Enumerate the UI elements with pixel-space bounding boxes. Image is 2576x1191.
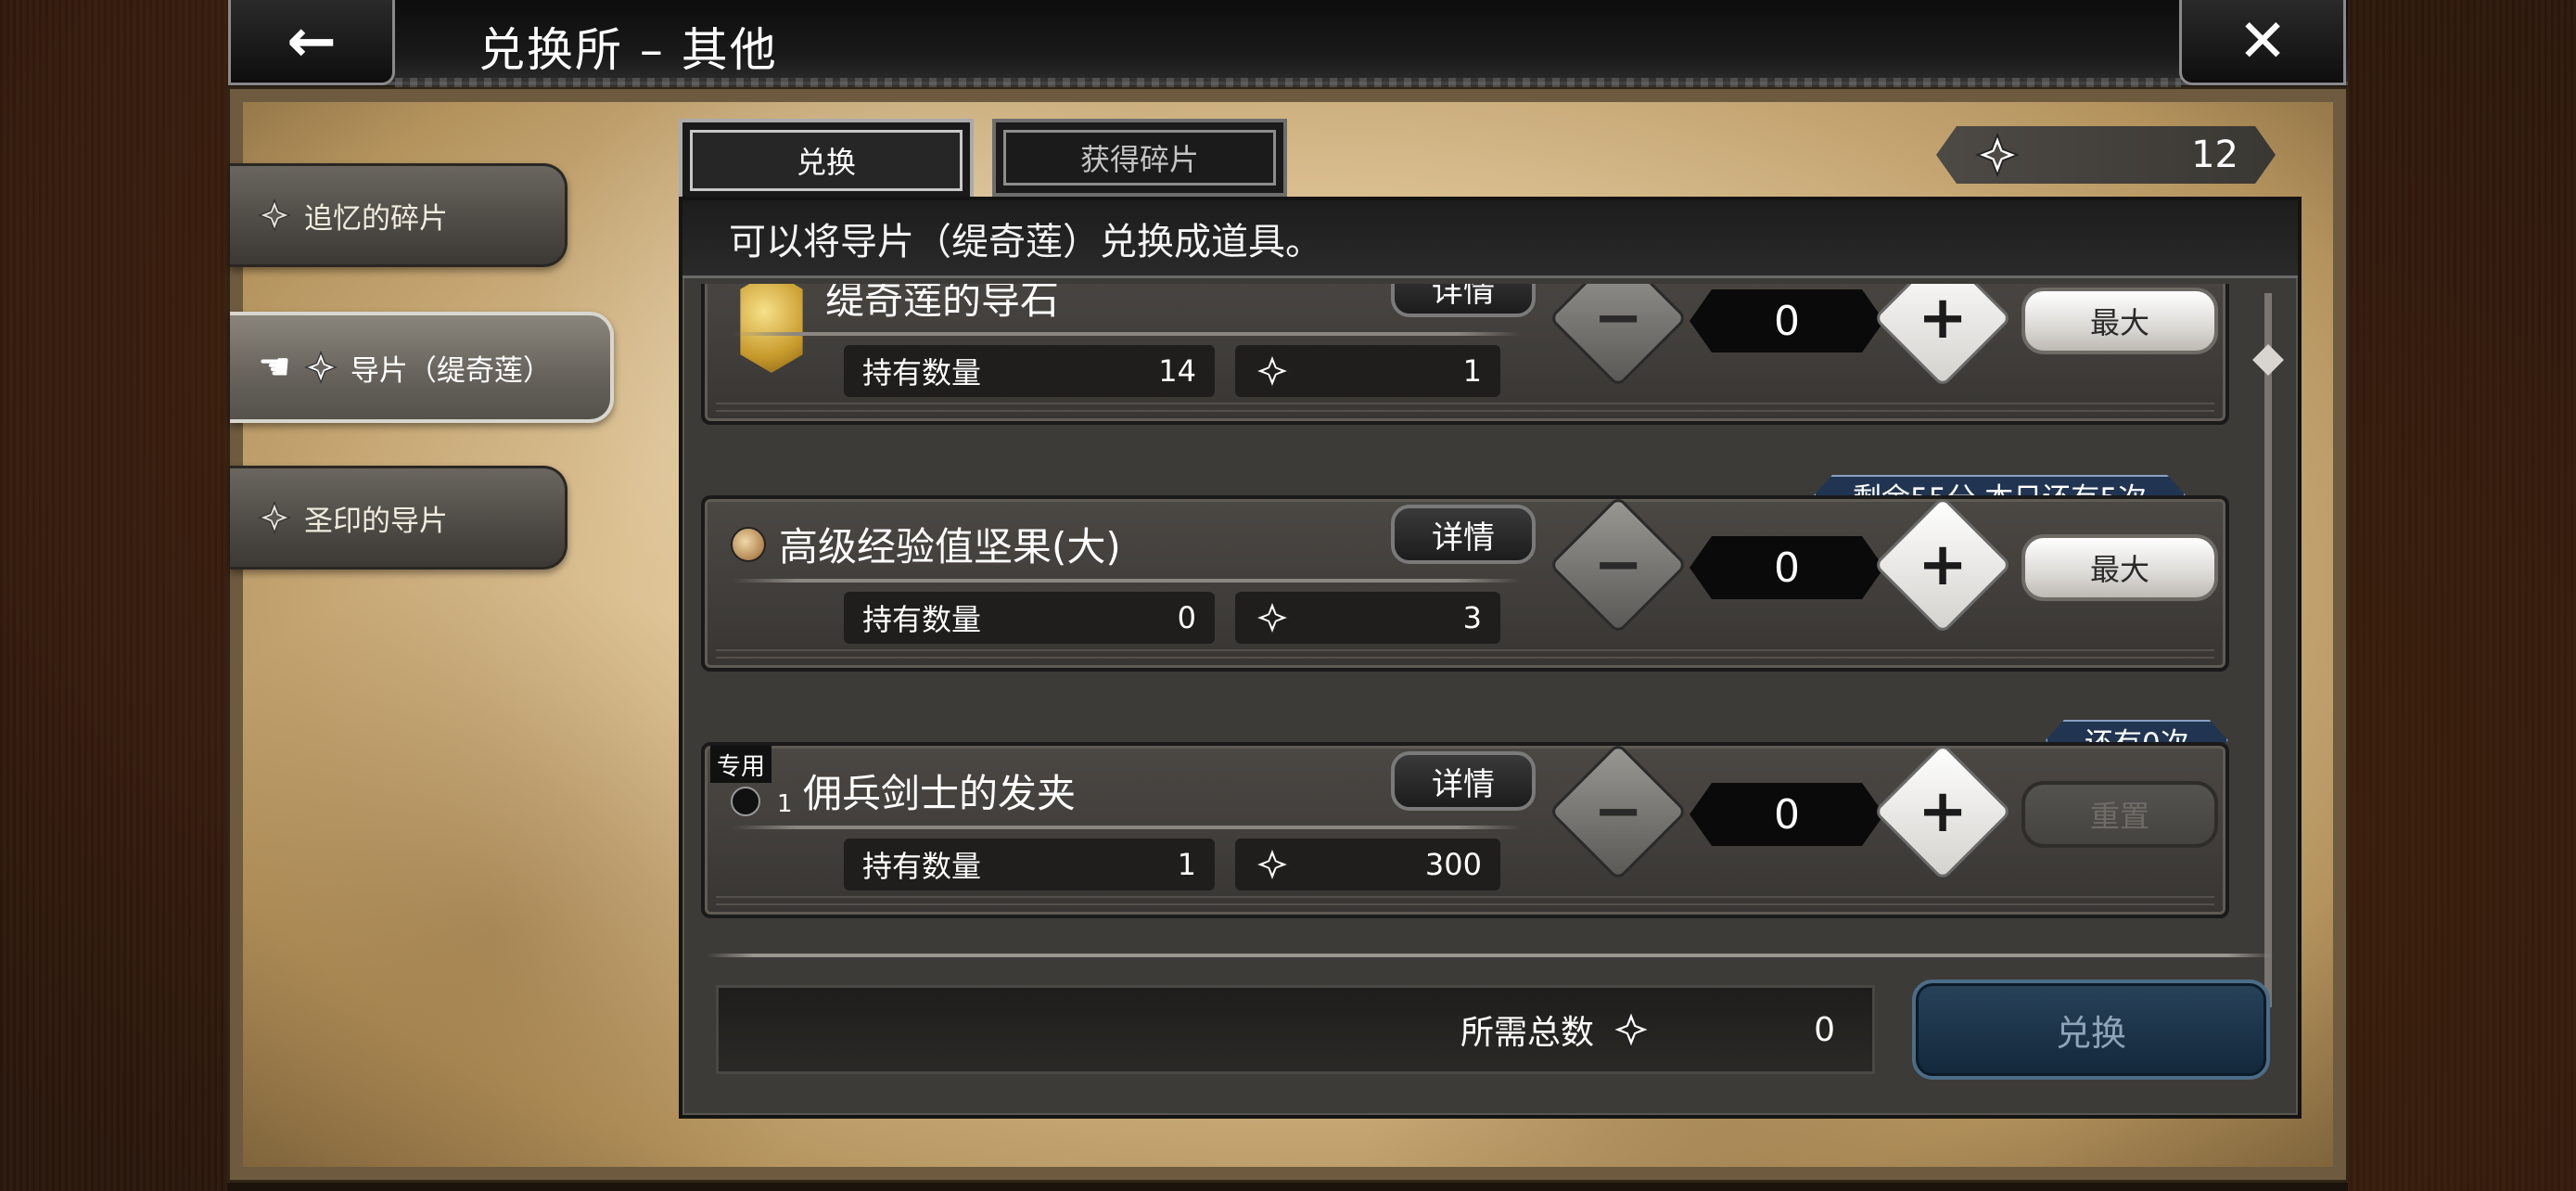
minus-icon: − xyxy=(1593,284,1643,352)
list-item: 缇奇莲的导石 详情 持有数量 14 1 − 0 + 最大 xyxy=(701,284,2229,425)
divider xyxy=(707,954,2274,957)
cost-value: 1 xyxy=(1462,353,1482,389)
exclusive-count: 1 xyxy=(777,790,793,818)
currency-value: 12 xyxy=(2191,134,2238,176)
sidebar-item-label: 追忆的碎片 xyxy=(304,201,448,236)
increase-button[interactable]: + xyxy=(1873,742,2012,881)
increase-button[interactable]: + xyxy=(1873,284,2012,388)
diamond-icon xyxy=(1611,1009,1651,1050)
exchange-button[interactable]: 兑换 xyxy=(1912,980,2270,1080)
max-button[interactable]: 最大 xyxy=(2021,534,2218,601)
diamond-icon xyxy=(258,198,291,232)
plus-icon: + xyxy=(1918,777,1968,846)
cost-value: 300 xyxy=(1424,847,1482,882)
divider xyxy=(733,579,1521,583)
item-list[interactable]: 缇奇莲的导石 详情 持有数量 14 1 − 0 + 最大 剩余55分 xyxy=(701,284,2268,1005)
pointing-hand-icon: ☚ xyxy=(258,346,291,389)
exclusive-tag: 专用 xyxy=(710,746,772,783)
divider xyxy=(733,332,1521,336)
currency-display: 12 xyxy=(1936,126,2276,184)
exchange-panel: 可以将导片（缇奇莲）兑换成道具。 缇奇莲的导石 详情 持有数量 14 1 − 0 xyxy=(679,197,2302,1119)
owned-value: 14 xyxy=(1158,353,1196,389)
quantity-display: 0 xyxy=(1690,289,1884,352)
quantity-display: 0 xyxy=(1690,536,1884,599)
tab-exchange[interactable]: 兑换 xyxy=(679,119,974,202)
reset-button[interactable]: 重置 xyxy=(2021,781,2218,848)
decrease-button[interactable]: − xyxy=(1549,495,1688,634)
close-icon: ✕ xyxy=(2238,6,2288,76)
list-item: 专用 1 佣兵剑士的发夹 详情 持有数量 1 300 − 0 + 重置 xyxy=(701,742,2229,918)
sidebar-item-memory-fragments[interactable]: 追忆的碎片 xyxy=(230,163,567,267)
diamond-icon xyxy=(1254,599,1291,636)
cost-box: 1 xyxy=(1235,345,1500,397)
owned-label: 持有数量 xyxy=(862,849,982,884)
tab-get-fragments-label: 获得碎片 xyxy=(1003,130,1276,186)
sidebar-item-label: 圣印的导片 xyxy=(304,504,448,538)
max-button[interactable]: 最大 xyxy=(2021,288,2218,354)
diamond-icon xyxy=(1254,846,1291,883)
detail-button[interactable]: 详情 xyxy=(1391,505,1536,564)
owned-label: 持有数量 xyxy=(862,602,982,637)
sidebar-item-holy-seal-guide[interactable]: 圣印的导片 xyxy=(230,466,567,570)
close-button[interactable]: ✕ xyxy=(2179,0,2346,85)
back-button[interactable]: ← xyxy=(228,0,395,85)
list-item: 高级经验值坚果(大) 详情 持有数量 0 3 − 0 + 最大 xyxy=(701,495,2229,672)
decrease-button[interactable]: − xyxy=(1549,742,1688,881)
back-arrow-icon: ← xyxy=(287,6,337,76)
cost-box: 3 xyxy=(1235,592,1500,644)
quantity-display: 0 xyxy=(1690,783,1884,846)
diamond-icon xyxy=(303,351,338,384)
owned-count-box: 持有数量 14 xyxy=(844,345,1215,397)
tab-get-fragments[interactable]: 获得碎片 xyxy=(992,119,1287,197)
owned-value: 1 xyxy=(1177,847,1196,882)
diamond-icon xyxy=(1975,133,2020,177)
owned-label: 持有数量 xyxy=(862,355,982,391)
owned-value: 0 xyxy=(1177,600,1196,635)
total-label: 所需总数 xyxy=(1460,1014,1594,1052)
scrollbar[interactable] xyxy=(2252,293,2284,1007)
detail-button[interactable]: 详情 xyxy=(1391,284,1536,317)
nut-icon xyxy=(731,527,766,562)
diamond-icon xyxy=(258,501,291,534)
panel-subtitle: 可以将导片（缇奇莲）兑换成道具。 xyxy=(682,200,2298,278)
guide-stone-icon xyxy=(740,284,803,373)
page-title: 兑换所 – 其他 xyxy=(478,23,778,77)
tab-exchange-label: 兑换 xyxy=(690,130,963,191)
divider xyxy=(733,826,1521,829)
item-name: 缇奇莲的导石 xyxy=(825,284,1060,323)
plus-icon: + xyxy=(1918,531,1968,599)
decrease-button[interactable]: − xyxy=(1549,284,1688,388)
minus-icon: − xyxy=(1593,531,1643,599)
minus-icon: − xyxy=(1593,777,1643,846)
item-name: 佣兵剑士的发夹 xyxy=(803,771,1077,816)
total-required-box: 所需总数 0 xyxy=(716,985,1875,1074)
sidebar-item-guide-tikilen[interactable]: ☚ 导片（缇奇莲） xyxy=(230,312,614,423)
total-value: 0 xyxy=(1814,1010,1835,1049)
hairpin-icon xyxy=(731,787,760,816)
cost-box: 300 xyxy=(1235,839,1500,890)
increase-button[interactable]: + xyxy=(1873,495,2012,634)
cost-value: 3 xyxy=(1462,600,1482,635)
plus-icon: + xyxy=(1918,284,1968,352)
item-name: 高级经验值坚果(大) xyxy=(779,524,1121,570)
owned-count-box: 持有数量 1 xyxy=(844,839,1215,890)
diamond-icon xyxy=(1254,352,1291,390)
detail-button[interactable]: 详情 xyxy=(1391,751,1536,811)
sidebar-item-label: 导片（缇奇莲） xyxy=(350,353,552,388)
owned-count-box: 持有数量 0 xyxy=(844,592,1215,644)
